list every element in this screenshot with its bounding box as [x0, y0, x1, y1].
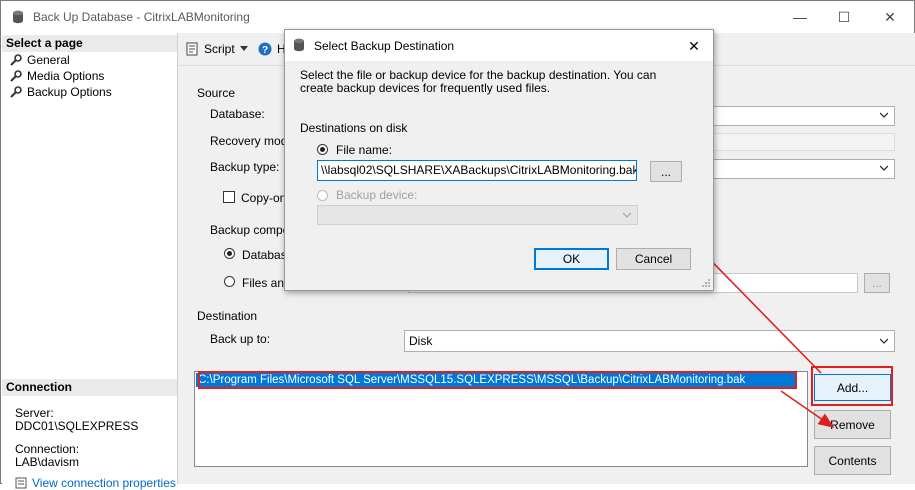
cancel-button[interactable]: Cancel [616, 248, 691, 270]
file-name-label: File name: [336, 143, 393, 157]
backup-device-label: Backup device: [336, 188, 418, 202]
select-backup-destination-dialog: Select Backup Destination ✕ Select the f… [284, 29, 714, 291]
dialog-titlebar: Select Backup Destination ✕ [285, 30, 713, 61]
database-icon [294, 38, 304, 52]
dialog-close-button[interactable]: ✕ [683, 35, 705, 57]
file-name-input[interactable]: \\labsql02\SQLSHARE\XABackups\CitrixLABM… [317, 160, 637, 181]
file-name-radio[interactable] [317, 144, 328, 155]
backup-device-radio[interactable] [317, 190, 328, 201]
destinations-on-disk-label: Destinations on disk [300, 121, 408, 135]
ok-button[interactable]: OK [534, 248, 609, 270]
file-browse-button[interactable]: ... [650, 161, 682, 182]
dialog-description: Select the file or backup device for the… [300, 68, 657, 95]
backup-database-window: Back Up Database - CitrixLABMonitoring —… [0, 0, 915, 490]
resize-grip-icon[interactable] [702, 279, 711, 288]
file-name-value: \\labsql02\SQLSHARE\XABackups\CitrixLABM… [321, 163, 637, 177]
arrow-to-remove [780, 390, 835, 428]
backup-device-combo[interactable] [317, 205, 638, 225]
chevron-down-icon [623, 212, 631, 218]
dialog-title: Select Backup Destination [314, 39, 455, 53]
